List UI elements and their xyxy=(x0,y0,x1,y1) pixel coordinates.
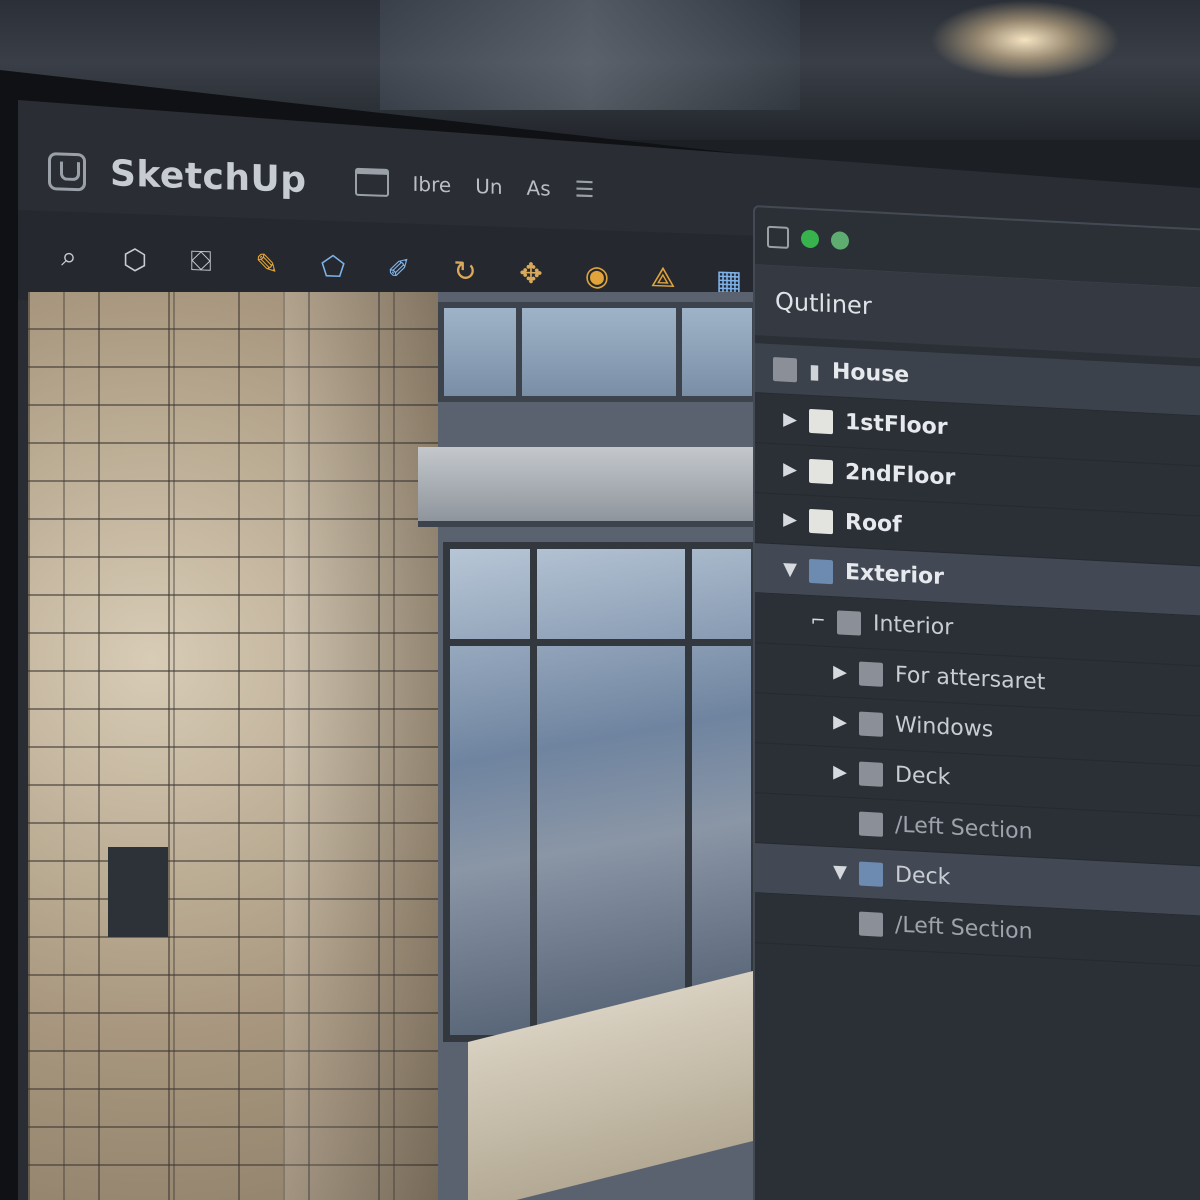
expand-arrow-icon[interactable]: ▶ xyxy=(777,408,803,431)
dark-ledge xyxy=(108,847,168,937)
expand-arrow-icon[interactable]: ▶ xyxy=(827,761,853,783)
group-icon: ▮ xyxy=(809,358,821,384)
panel-dot-icon[interactable] xyxy=(801,229,819,248)
pencil-icon[interactable]: ✎ xyxy=(248,244,286,283)
row-label: Roof xyxy=(845,509,902,538)
paint-bucket-icon[interactable]: ⛋ xyxy=(182,242,220,281)
group-box-icon xyxy=(809,508,833,534)
3d-viewport[interactable] xyxy=(28,292,758,1200)
monitor-screen: SketchUp Ibre Un As ☰ ⌕ ⬡ ⛋ ✎ ⬠ ✐ ↻ ✥ ◉ … xyxy=(18,100,1200,1200)
window-icon[interactable] xyxy=(354,167,389,197)
outliner-tree: ▮ House ▶ 1stFloor ▶ 2ndFloor ▶ Roof ▼ E… xyxy=(755,335,1200,968)
expand-arrow-icon[interactable]: ▶ xyxy=(827,711,853,733)
component-icon[interactable]: ⬡ xyxy=(116,239,154,278)
checkbox-icon[interactable] xyxy=(773,356,797,382)
move-icon[interactable]: ✥ xyxy=(512,253,550,292)
row-label: House xyxy=(832,359,910,389)
group-box-icon xyxy=(859,711,883,737)
row-label: 2ndFloor xyxy=(845,459,956,491)
group-box-icon xyxy=(859,811,883,837)
group-box-icon xyxy=(859,911,883,937)
upper-window xyxy=(438,302,758,402)
row-label: 1stFloor xyxy=(845,409,948,441)
collapse-arrow-icon[interactable]: ▼ xyxy=(827,861,853,883)
menu-item-2[interactable]: Un xyxy=(475,174,502,199)
shape-icon[interactable]: ⬠ xyxy=(314,246,352,285)
stone-wall-shade xyxy=(283,292,438,1200)
group-box-icon xyxy=(837,609,861,636)
expand-arrow-icon[interactable]: ▶ xyxy=(777,458,803,481)
row-label: Windows xyxy=(895,712,994,743)
group-box-icon xyxy=(809,458,833,484)
expand-arrow-icon[interactable]: ▶ xyxy=(777,508,803,531)
group-box-icon xyxy=(859,761,883,787)
app-title: SketchUp xyxy=(110,152,307,201)
outliner-panel: Qutliner ▮ House ▶ 1stFloor ▶ 2ndFloor ▶… xyxy=(753,205,1200,1200)
menu-item-3[interactable]: As xyxy=(527,176,551,201)
panel-dot-icon-2[interactable] xyxy=(831,230,849,250)
row-label: Exterior xyxy=(845,559,945,591)
row-label: Interior xyxy=(873,611,954,641)
collapse-arrow-icon[interactable]: ▼ xyxy=(777,558,803,581)
concrete-band xyxy=(418,447,758,527)
material-icon[interactable]: ◉ xyxy=(578,256,616,295)
main-window xyxy=(443,542,758,1042)
background-lamp xyxy=(930,0,1120,80)
branch-icon: ⌐ xyxy=(810,610,826,632)
background-window xyxy=(380,0,800,110)
sketchup-logo-icon xyxy=(48,152,86,192)
brush-icon[interactable]: ✐ xyxy=(380,249,418,288)
group-box-icon xyxy=(859,661,883,687)
group-box-icon xyxy=(859,861,883,887)
search-icon[interactable]: ⌕ xyxy=(50,237,88,276)
row-label: Deck xyxy=(895,862,951,891)
row-label: Deck xyxy=(895,762,951,791)
rotate-icon[interactable]: ↻ xyxy=(446,251,484,290)
panel-detach-icon[interactable] xyxy=(767,225,789,249)
list-menu-icon[interactable]: ☰ xyxy=(575,177,595,203)
row-label: /Left Section xyxy=(895,812,1033,845)
expand-arrow-icon[interactable]: ▶ xyxy=(827,661,853,683)
group-box-icon xyxy=(809,408,833,434)
row-label: /Left Section xyxy=(895,912,1033,945)
row-label: For attersaret xyxy=(895,662,1046,696)
menu-item-1[interactable]: Ibre xyxy=(413,172,452,197)
group-box-icon xyxy=(809,558,833,584)
